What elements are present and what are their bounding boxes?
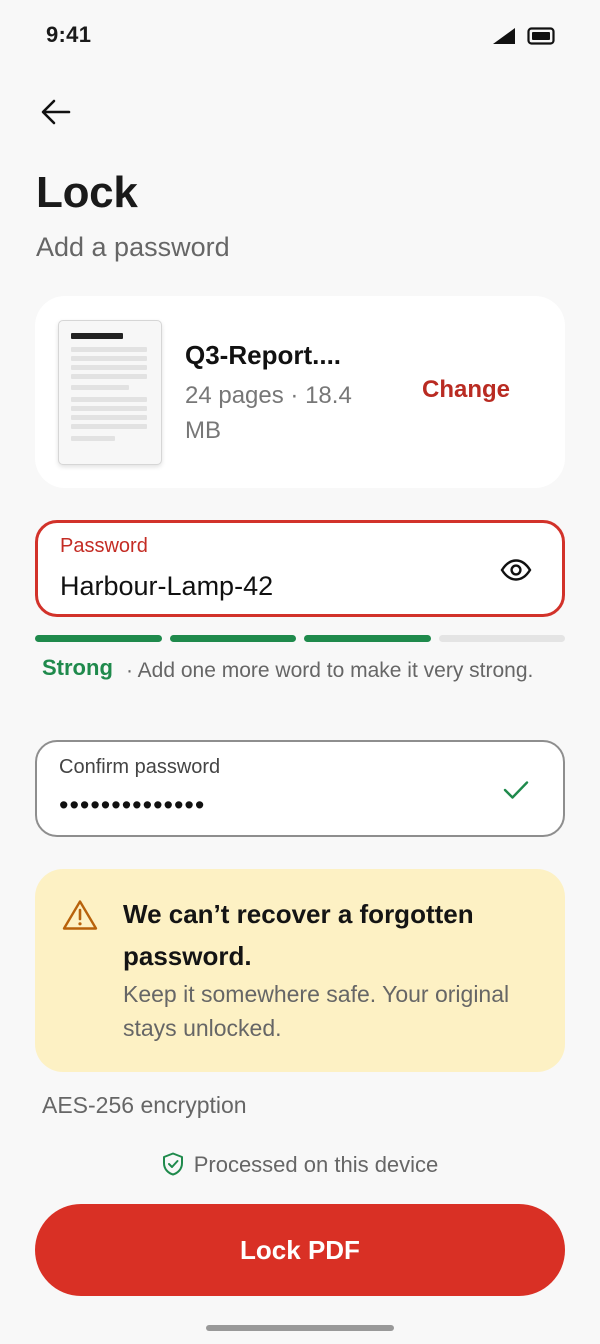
status-bar: 9:41 bbox=[0, 0, 600, 72]
strength-segment bbox=[438, 635, 565, 642]
page-subtitle: Add a password bbox=[36, 232, 230, 262]
strength-label: Strong bbox=[42, 655, 113, 680]
file-card: Q3-Report.... 24 pages · 18.4 MB Change bbox=[35, 296, 565, 488]
password-label: Password bbox=[60, 535, 148, 557]
strength-segment bbox=[169, 635, 296, 642]
strength-segment bbox=[35, 635, 162, 642]
encryption-note: AES-256 encryption bbox=[42, 1092, 247, 1118]
eye-icon bbox=[500, 559, 532, 581]
confirm-password-field[interactable]: Confirm password •••••••••••••• bbox=[35, 740, 565, 837]
device-note: Processed on this device bbox=[0, 1152, 600, 1178]
status-time: 9:41 bbox=[46, 22, 92, 47]
home-indicator[interactable] bbox=[206, 1325, 394, 1331]
confirm-password-label: Confirm password bbox=[59, 756, 221, 778]
back-button[interactable] bbox=[34, 92, 78, 132]
password-field[interactable]: Password Harbour-Lamp-42 bbox=[35, 520, 565, 617]
file-name: Q3-Report.... bbox=[185, 340, 342, 370]
arrow-left-icon bbox=[41, 99, 71, 125]
confirm-password-input[interactable]: •••••••••••••• bbox=[59, 790, 205, 821]
document-thumbnail bbox=[58, 320, 162, 465]
strength-segment bbox=[304, 635, 431, 642]
check-icon bbox=[503, 781, 529, 799]
show-password-button[interactable] bbox=[500, 559, 532, 586]
battery-icon bbox=[527, 27, 555, 45]
warning-triangle-icon bbox=[62, 900, 98, 930]
warning-body: Keep it somewhere safe. Your original st… bbox=[123, 981, 510, 1041]
signal-icon bbox=[493, 28, 515, 44]
warning-banner: We can’t recover a forgotten password. K… bbox=[35, 869, 565, 1072]
password-strength-meter bbox=[35, 635, 565, 642]
strength-hint: · Add one more word to make it very stro… bbox=[126, 659, 534, 682]
device-note-text: Processed on this device bbox=[193, 1152, 439, 1177]
warning-title: We can’t recover a forgotten password. bbox=[123, 899, 474, 971]
file-meta: 24 pages · 18.4 MB bbox=[185, 382, 352, 444]
lock-pdf-button[interactable]: Lock PDF bbox=[35, 1204, 565, 1296]
change-file-button[interactable]: Change bbox=[422, 376, 510, 404]
page-title: Lock bbox=[36, 168, 138, 217]
shield-check-icon bbox=[162, 1152, 183, 1176]
password-input[interactable]: Harbour-Lamp-42 bbox=[60, 571, 273, 602]
